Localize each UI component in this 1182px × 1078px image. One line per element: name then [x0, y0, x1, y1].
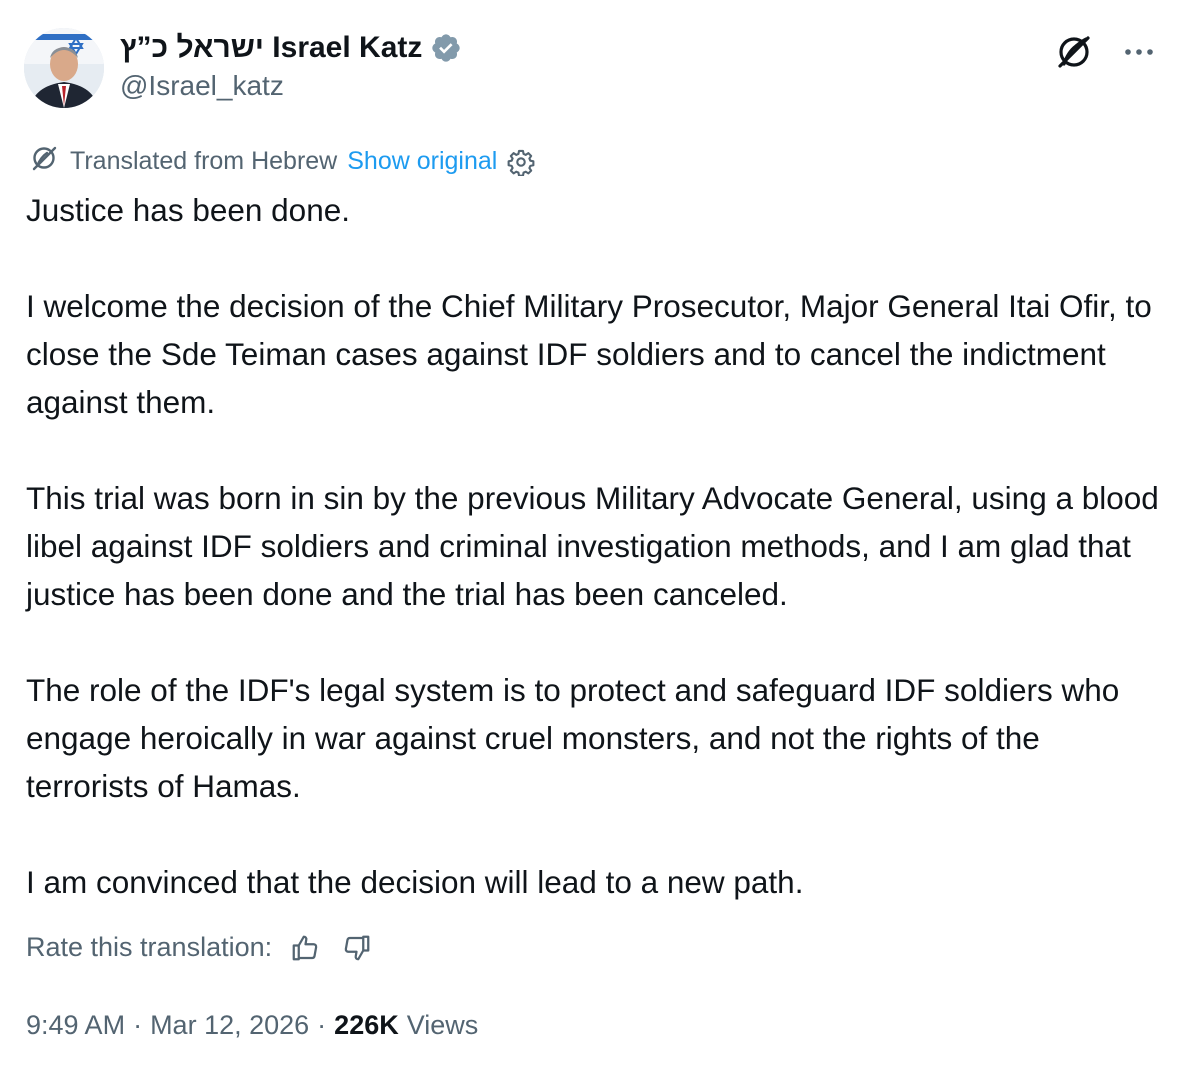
- avatar[interactable]: [24, 28, 104, 108]
- meta-separator: ·: [317, 1010, 327, 1040]
- tweet-paragraph: Justice has been done.: [26, 192, 350, 228]
- author-name[interactable]: ישראל כ”ץ Israel Katz: [120, 31, 422, 65]
- author-name-row: ישראל כ”ץ Israel Katz: [120, 28, 462, 68]
- tweet-date[interactable]: Mar 12, 2026: [150, 1010, 309, 1041]
- thumbs-down-icon[interactable]: [342, 933, 372, 963]
- more-dots-icon[interactable]: [1124, 47, 1154, 57]
- top-actions: [1052, 30, 1154, 74]
- rate-translation-label: Rate this translation:: [26, 932, 273, 962]
- rate-icons: [290, 933, 372, 963]
- show-original-link[interactable]: Show original: [347, 147, 497, 176]
- translate-globe-icon[interactable]: [1052, 30, 1096, 74]
- tweet-text: Justice has been done. I welcome the dec…: [26, 186, 1166, 906]
- views-count[interactable]: 226K: [334, 1010, 399, 1041]
- author-handle[interactable]: @Israel_katz: [120, 70, 284, 102]
- translation-bar: Translated from Hebrew Show original: [28, 142, 535, 181]
- verified-badge-icon[interactable]: [430, 32, 462, 64]
- views-label: Views: [406, 1010, 479, 1040]
- tweet-paragraph: The role of the IDF's legal system is to…: [26, 672, 1120, 804]
- translated-from-label: Translated from Hebrew: [70, 147, 338, 175]
- tweet-meta: 9:49 AM · Mar 12, 2026 · 226K Views: [26, 1010, 478, 1041]
- avatar-image: [24, 28, 104, 108]
- thumbs-up-icon[interactable]: [290, 933, 320, 963]
- tweet-paragraph: This trial was born in sin by the previo…: [26, 480, 1159, 612]
- rate-translation-row: Rate this translation:: [26, 932, 372, 963]
- translation-globe-icon: [28, 142, 60, 181]
- gear-icon[interactable]: [507, 148, 535, 176]
- tweet-time[interactable]: 9:49 AM: [26, 1010, 125, 1041]
- tweet-paragraph: I welcome the decision of the Chief Mili…: [26, 288, 1152, 420]
- meta-separator: ·: [133, 1010, 143, 1040]
- tweet-paragraph: I am convinced that the decision will le…: [26, 864, 804, 900]
- tweet-card: ישראל כ”ץ Israel Katz @Israel_katz Trans…: [0, 0, 1182, 1078]
